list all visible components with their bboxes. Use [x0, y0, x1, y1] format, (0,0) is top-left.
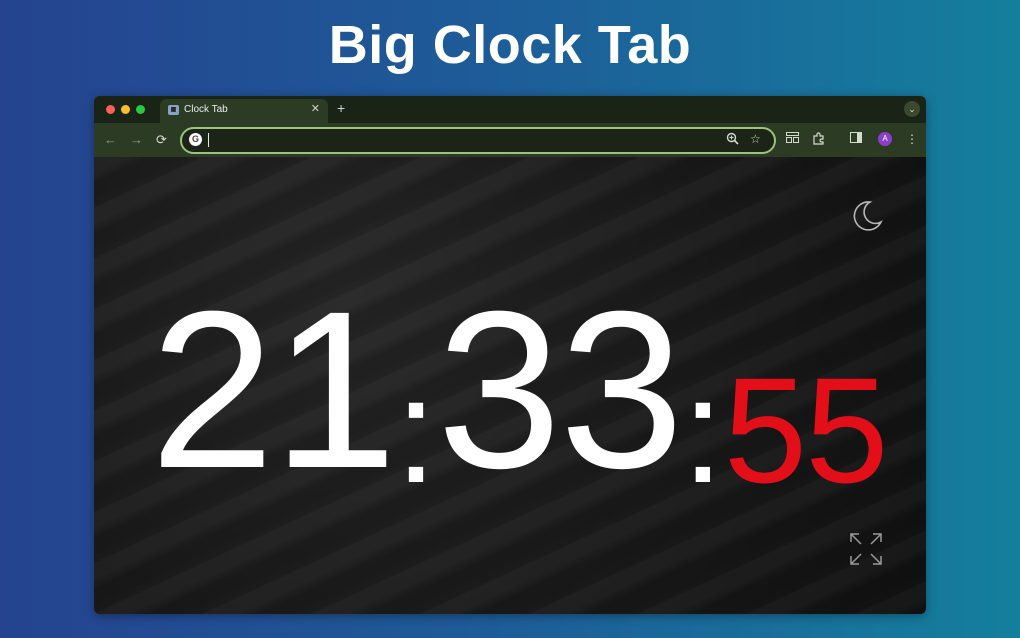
- clock-separator: :: [682, 346, 724, 514]
- clock-separator: :: [395, 346, 437, 514]
- address-bar[interactable]: G ☆: [180, 127, 776, 154]
- browser-toolbar: ← → ⟳ G ☆ A ⋮: [94, 123, 926, 157]
- tab-bar: ▦ Clock Tab ✕ + ⌄: [94, 96, 926, 123]
- clock-favicon-icon: ▦: [168, 105, 179, 115]
- close-window-button[interactable]: [106, 105, 115, 114]
- zoom-icon[interactable]: [726, 132, 739, 148]
- clock-minutes: 33: [436, 265, 684, 515]
- page-headline: Big Clock Tab: [328, 15, 692, 75]
- tab-title: Clock Tab: [184, 104, 228, 115]
- maximize-window-button[interactable]: [136, 105, 145, 114]
- browser-window: ▦ Clock Tab ✕ + ⌄ ← → ⟳ G ☆ A ⋮ 21:33:55: [94, 96, 926, 614]
- profile-avatar[interactable]: A: [878, 132, 892, 146]
- tab-search-button[interactable]: ⌄: [904, 101, 920, 117]
- tab-close-icon[interactable]: ✕: [311, 102, 320, 115]
- clock-hours: 21: [150, 265, 397, 515]
- side-panel-icon[interactable]: [850, 132, 862, 146]
- clock-seconds: 55: [723, 346, 889, 514]
- new-tab-button[interactable]: +: [337, 100, 345, 116]
- tab-clock[interactable]: ▦ Clock Tab ✕: [160, 99, 328, 123]
- fullscreen-icon[interactable]: [848, 531, 884, 567]
- clock-page: 21:33:55: [94, 157, 926, 614]
- moon-icon[interactable]: [848, 198, 884, 234]
- clock-display: 21:33:55: [150, 265, 889, 515]
- forward-button[interactable]: →: [130, 132, 143, 147]
- reload-button[interactable]: ⟳: [156, 132, 167, 148]
- text-caret: [208, 133, 209, 147]
- google-icon: G: [189, 133, 202, 146]
- browser-menu-button[interactable]: ⋮: [906, 132, 918, 146]
- back-button[interactable]: ←: [104, 132, 117, 147]
- minimize-window-button[interactable]: [121, 105, 130, 114]
- extensions-icon[interactable]: [812, 132, 825, 148]
- reading-list-icon[interactable]: [786, 132, 799, 146]
- star-icon[interactable]: ☆: [750, 132, 761, 146]
